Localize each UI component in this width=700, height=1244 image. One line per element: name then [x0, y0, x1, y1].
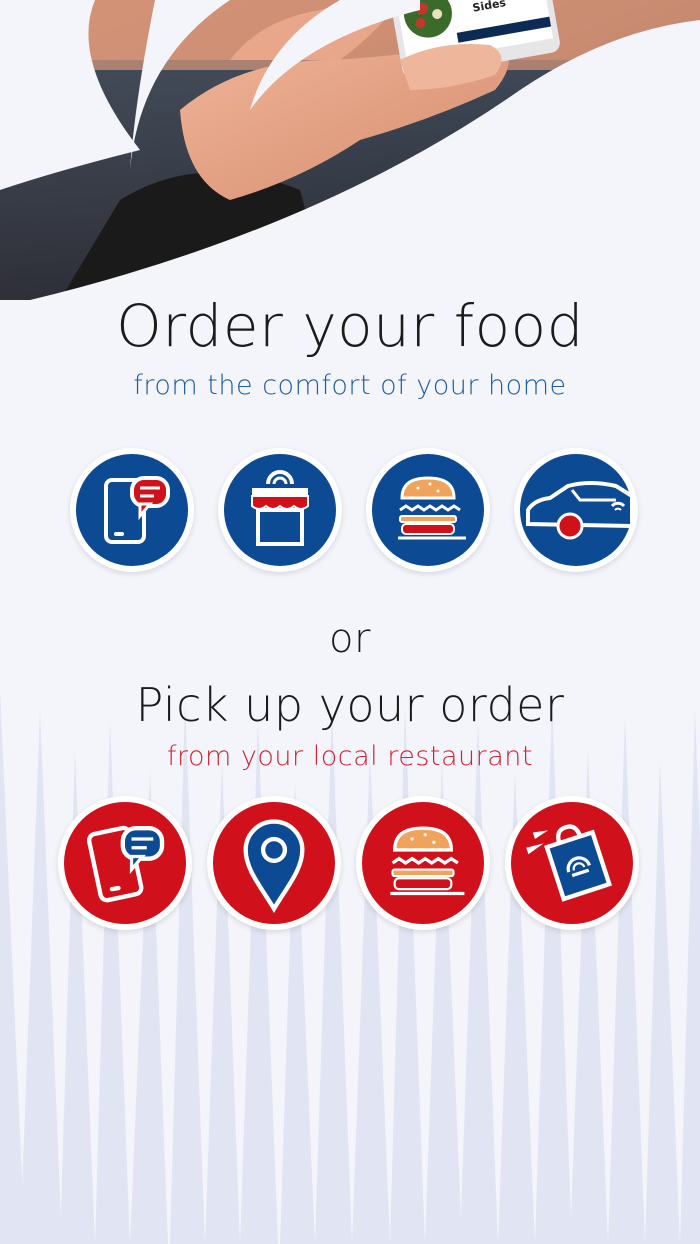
- pickup-title: Pick up your order: [135, 678, 565, 732]
- car-icon: [514, 448, 638, 572]
- phone-chat-icon: [58, 796, 192, 930]
- delivery-subtitle: from the comfort of your home: [133, 370, 567, 401]
- storefront-icon: [218, 448, 342, 572]
- location-pin-icon: [207, 796, 341, 930]
- delivery-title: Order your food: [116, 292, 584, 360]
- burger-icon: [356, 796, 490, 930]
- burger-icon: [366, 448, 490, 572]
- separator-or: or: [329, 616, 371, 662]
- shopping-bag-icon: [505, 796, 639, 930]
- phone-chat-icon: [70, 448, 194, 572]
- pickup-subtitle: from your local restaurant: [167, 741, 533, 772]
- hero-image: Sides ›: [0, 0, 700, 300]
